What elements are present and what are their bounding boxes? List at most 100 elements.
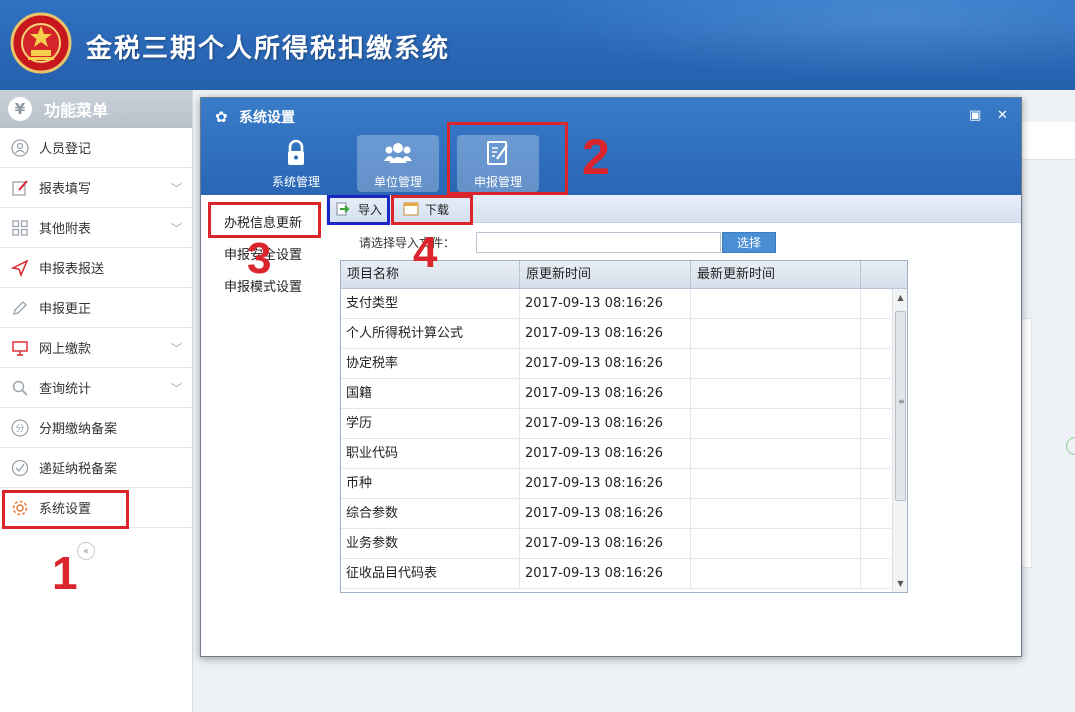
cell-latest-time	[691, 499, 861, 529]
grid-icon	[10, 218, 30, 238]
app-header: 金税三期个人所得税扣缴系统	[0, 0, 1075, 90]
sidebar-item-deferred-filing[interactable]: 递延纳税备案	[0, 448, 192, 488]
cell-original-time: 2017-09-13 08:16:26	[520, 559, 691, 589]
annotation-box-2	[447, 122, 568, 195]
sidebar-item-online-payment[interactable]: 网上缴款 ﹀	[0, 328, 192, 368]
scroll-down-icon[interactable]: ▼	[893, 577, 907, 591]
table-row[interactable]: 业务参数 2017-09-13 08:16:26	[341, 529, 891, 559]
chevron-down-icon: ﹀	[171, 182, 182, 195]
sidebar-item-correct-report[interactable]: 申报更正	[0, 288, 192, 328]
grip-icon: ≡	[898, 397, 905, 406]
sidebar-item-label: 报表填写	[39, 182, 92, 197]
cell-item-name: 征收品目代码表	[341, 559, 520, 589]
scroll-thumb[interactable]: ≡	[895, 311, 906, 501]
annotation-number-3: 3	[247, 234, 272, 283]
svg-text:分: 分	[15, 423, 24, 434]
sidebar-item-installment-filing[interactable]: 分 分期缴纳备案	[0, 408, 192, 448]
table-row[interactable]: 学历 2017-09-13 08:16:26	[341, 409, 891, 439]
cell-original-time: 2017-09-13 08:16:26	[520, 319, 691, 349]
sidebar-item-submit-report[interactable]: 申报表报送	[0, 248, 192, 288]
cell-original-time: 2017-09-13 08:16:26	[520, 499, 691, 529]
table-row[interactable]: 征收品目代码表 2017-09-13 08:16:26	[341, 559, 891, 589]
cell-latest-time	[691, 559, 861, 589]
sidebar-item-label: 其他附表	[39, 222, 92, 237]
app-title: 金税三期个人所得税扣缴系统	[86, 34, 451, 64]
tab-unit-management[interactable]: 单位管理	[357, 135, 439, 192]
annotation-box-1	[2, 490, 129, 529]
cell-original-time: 2017-09-13 08:16:26	[520, 349, 691, 379]
maximize-icon[interactable]: ▣	[969, 108, 981, 123]
cell-latest-time	[691, 379, 861, 409]
cell-item-name: 国籍	[341, 379, 520, 409]
table-scrollbar[interactable]: ▲ ≡ ▼	[892, 289, 907, 592]
sidebar-item-label: 查询统计	[39, 382, 92, 397]
system-settings-dialog: ✿ 系统设置 ▣ ✕ 系统管理 单位管理 申报管理 办税信息更新 申报安全设置 …	[200, 97, 1022, 657]
sidebar-item-query-stats[interactable]: 查询统计 ﹀	[0, 368, 192, 408]
chevron-down-icon: ﹀	[171, 222, 182, 235]
sidebar-header-label: 功能菜单	[44, 101, 109, 120]
yen-icon: ¥	[8, 97, 32, 121]
annotation-box-import	[327, 195, 390, 225]
cell-original-time: 2017-09-13 08:16:26	[520, 469, 691, 499]
sidebar-item-report-fill[interactable]: 报表填写 ﹀	[0, 168, 192, 208]
pencil-icon	[10, 298, 30, 318]
sidebar-item-other-schedules[interactable]: 其他附表 ﹀	[0, 208, 192, 248]
close-icon[interactable]: ✕	[997, 108, 1008, 123]
tab-system-management[interactable]: 系统管理	[255, 135, 337, 192]
table-row[interactable]: 国籍 2017-09-13 08:16:26	[341, 379, 891, 409]
clock-check-icon	[10, 458, 30, 478]
sidebar: ¥ 功能菜单 人员登记 报表填写 ﹀ 其他附表 ﹀ 申报表报送 申报更正 网上缴…	[0, 90, 193, 712]
dialog-header: ✿ 系统设置 ▣ ✕ 系统管理 单位管理 申报管理	[201, 98, 1021, 195]
table-row[interactable]: 个人所得税计算公式 2017-09-13 08:16:26	[341, 319, 891, 349]
cell-item-name: 个人所得税计算公式	[341, 319, 520, 349]
sidebar-item-label: 递延纳税备案	[39, 462, 118, 477]
background-circle-icon	[1066, 437, 1075, 455]
annotation-number-1: 1	[52, 547, 78, 599]
scroll-up-icon[interactable]: ▲	[893, 291, 907, 305]
sidebar-item-label: 人员登记	[39, 142, 92, 157]
chevron-down-icon: ﹀	[171, 382, 182, 395]
cell-latest-time	[691, 409, 861, 439]
monitor-icon	[10, 338, 30, 358]
sidebar-item-personnel[interactable]: 人员登记	[0, 128, 192, 168]
tab-label: 单位管理	[373, 175, 422, 189]
cell-latest-time	[691, 439, 861, 469]
column-header-latest-time[interactable]: 最新更新时间	[691, 261, 861, 289]
table-body: 支付类型 2017-09-13 08:16:26 个人所得税计算公式 2017-09-…	[341, 289, 891, 589]
table-row[interactable]: 综合参数 2017-09-13 08:16:26	[341, 499, 891, 529]
cell-original-time: 2017-09-13 08:16:26	[520, 289, 691, 319]
users-icon	[384, 143, 412, 163]
cell-latest-time	[691, 349, 861, 379]
browse-button[interactable]: 选择	[722, 232, 776, 253]
cell-item-name: 币种	[341, 469, 520, 499]
annotation-number-2: 2	[582, 129, 610, 185]
sidebar-item-label: 网上缴款	[39, 342, 92, 357]
sidebar-item-label: 申报表报送	[39, 262, 105, 277]
table-row[interactable]: 协定税率 2017-09-13 08:16:26	[341, 349, 891, 379]
send-icon	[10, 258, 30, 278]
person-icon	[10, 138, 30, 158]
cell-latest-time	[691, 469, 861, 499]
dialog-title: 系统设置	[239, 110, 295, 126]
edit-icon	[10, 178, 30, 198]
table-row[interactable]: 币种 2017-09-13 08:16:26	[341, 469, 891, 499]
annotation-box-3	[208, 202, 321, 238]
update-info-table: 项目名称 原更新时间 最新更新时间 支付类型 2017-09-13 08:16:2…	[340, 260, 908, 593]
cell-original-time: 2017-09-13 08:16:26	[520, 379, 691, 409]
column-header-original-time[interactable]: 原更新时间	[520, 261, 691, 289]
search-icon	[10, 378, 30, 398]
gear-icon: ✿	[215, 108, 228, 126]
import-file-input[interactable]	[476, 232, 721, 253]
cell-item-name: 学历	[341, 409, 520, 439]
table-row[interactable]: 职业代码 2017-09-13 08:16:26	[341, 439, 891, 469]
cell-item-name: 支付类型	[341, 289, 520, 319]
cell-item-name: 职业代码	[341, 439, 520, 469]
background-panel	[1020, 122, 1075, 160]
cell-latest-time	[691, 289, 861, 319]
cell-original-time: 2017-09-13 08:16:26	[520, 439, 691, 469]
table-row[interactable]: 支付类型 2017-09-13 08:16:26	[341, 289, 891, 319]
annotation-number-4: 4	[413, 228, 438, 277]
national-emblem-icon	[10, 12, 72, 74]
double-chevron-left-icon[interactable]: «	[77, 542, 95, 560]
annotation-box-4	[391, 195, 473, 225]
